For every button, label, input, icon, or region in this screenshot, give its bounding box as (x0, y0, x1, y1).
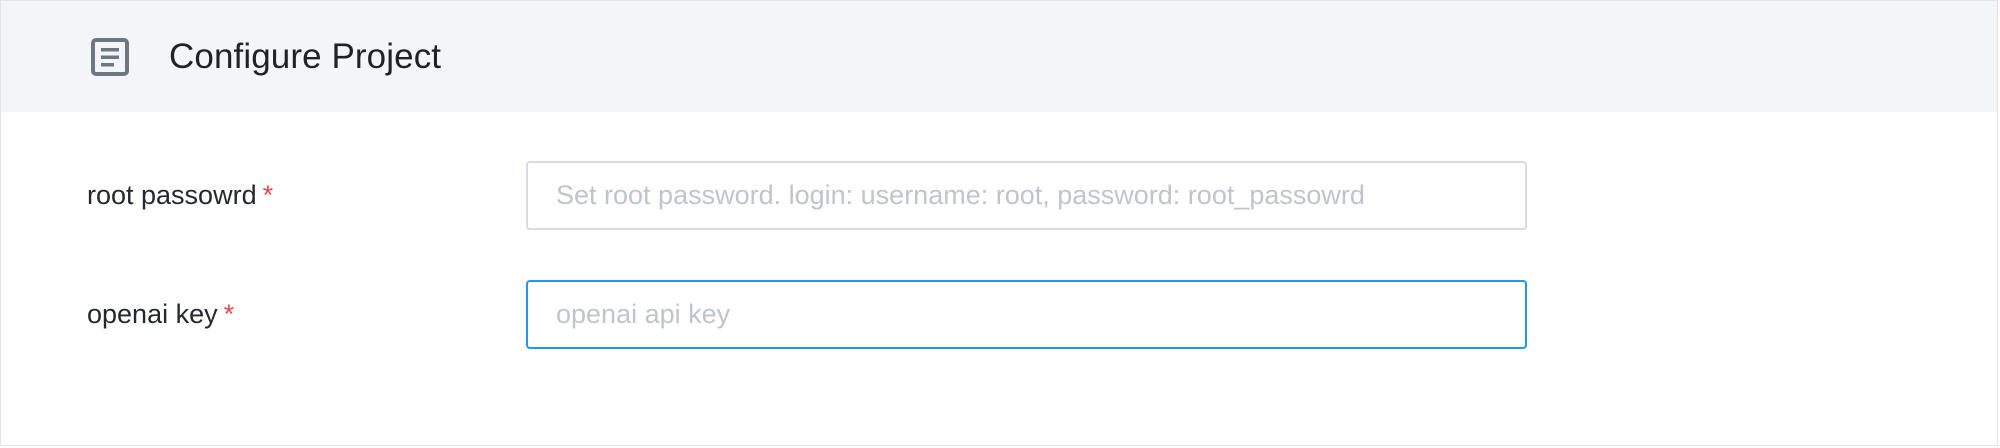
document-icon (90, 37, 130, 77)
root-password-input[interactable] (526, 161, 1527, 230)
root-password-label-text: root passowrd (87, 180, 257, 210)
card-header: Configure Project (1, 1, 1997, 112)
openai-key-label: openai key * (87, 278, 234, 350)
page-title: Configure Project (169, 37, 442, 76)
root-password-label: root passowrd * (87, 159, 273, 231)
openai-key-label-text: openai key (87, 299, 218, 329)
required-asterisk: * (262, 180, 274, 210)
form-row-openai-key: openai key * (1, 278, 1997, 350)
configure-project-card: Configure Project root passowrd* openai … (0, 0, 1998, 446)
form-row-root-password: root passowrd * (1, 159, 1997, 231)
required-asterisk: * (223, 299, 235, 329)
openai-key-input[interactable] (526, 280, 1527, 349)
